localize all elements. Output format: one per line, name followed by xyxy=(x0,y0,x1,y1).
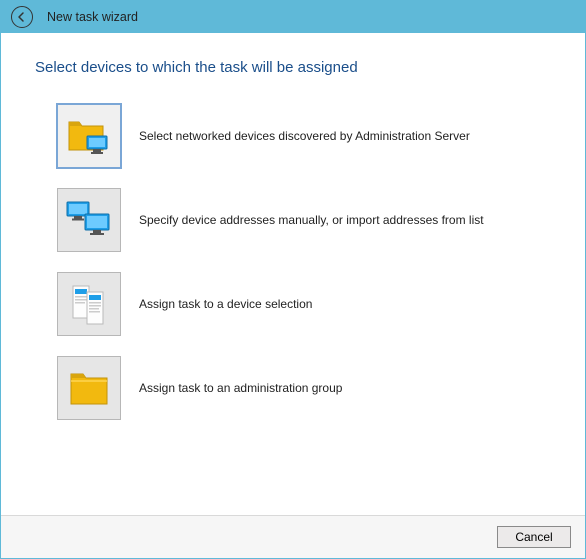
option-label: Assign task to an administration group xyxy=(139,380,342,396)
option-networked-devices[interactable]: Select networked devices discovered by A… xyxy=(57,104,557,168)
wizard-footer: Cancel xyxy=(1,515,585,558)
folder-monitor-icon xyxy=(57,104,121,168)
cancel-button[interactable]: Cancel xyxy=(497,526,571,548)
options-list: Select networked devices discovered by A… xyxy=(35,104,557,420)
device-selection-icon xyxy=(57,272,121,336)
option-label: Select networked devices discovered by A… xyxy=(139,128,470,144)
arrow-left-icon xyxy=(16,11,28,23)
folder-icon xyxy=(57,356,121,420)
option-admin-group[interactable]: Assign task to an administration group xyxy=(57,356,557,420)
page-heading: Select devices to which the task will be… xyxy=(35,59,557,76)
option-specify-addresses[interactable]: Specify device addresses manually, or im… xyxy=(57,188,557,252)
option-label: Assign task to a device selection xyxy=(139,296,312,312)
wizard-content: Select devices to which the task will be… xyxy=(1,33,585,515)
option-device-selection[interactable]: Assign task to a device selection xyxy=(57,272,557,336)
option-label: Specify device addresses manually, or im… xyxy=(139,212,484,228)
back-button[interactable] xyxy=(11,6,33,28)
window-title: New task wizard xyxy=(47,10,138,24)
titlebar: New task wizard xyxy=(1,1,585,33)
devices-icon xyxy=(57,188,121,252)
